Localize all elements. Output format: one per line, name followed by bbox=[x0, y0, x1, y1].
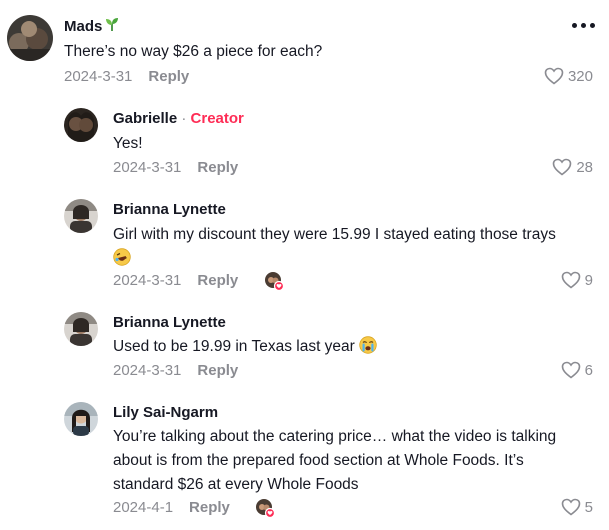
avatar-brianna[interactable] bbox=[64, 312, 98, 346]
comment-date: 2024-3-31 bbox=[113, 272, 182, 289]
comment-text: You’re talking about the catering price…… bbox=[113, 428, 557, 493]
comment-date: 2024-3-31 bbox=[64, 68, 133, 85]
like-count: 320 bbox=[567, 67, 593, 85]
rolling-on-floor-laughing-icon bbox=[113, 248, 131, 266]
comment-meta: 2024-3-31 Reply bbox=[113, 362, 238, 379]
like-button[interactable]: 28 bbox=[552, 158, 593, 176]
like-count: 6 bbox=[584, 361, 593, 379]
heart-outline-icon bbox=[561, 498, 580, 516]
reply-button[interactable]: Reply bbox=[197, 362, 238, 379]
reply-button[interactable]: Reply bbox=[189, 499, 230, 516]
creator-badge: Creator bbox=[190, 110, 244, 127]
comment-meta: 2024-4-1 Reply bbox=[113, 499, 230, 516]
like-count: 5 bbox=[584, 498, 593, 516]
reply-button[interactable]: Reply bbox=[148, 68, 189, 85]
avatar-mads[interactable] bbox=[7, 15, 53, 61]
comment-text: Girl with my discount they were 15.99 I … bbox=[113, 223, 593, 271]
more-dot bbox=[581, 23, 586, 28]
comment-meta: 2024-3-31 Reply bbox=[113, 159, 238, 176]
more-dot bbox=[572, 23, 577, 28]
comment-text: Yes! bbox=[113, 135, 143, 152]
comment-author[interactable]: Lily Sai-Ngarm bbox=[113, 404, 218, 421]
heart-outline-icon bbox=[553, 158, 572, 176]
like-count: 9 bbox=[584, 271, 593, 289]
comment-author[interactable]: Brianna Lynette bbox=[113, 201, 226, 218]
comment-date: 2024-3-31 bbox=[113, 362, 182, 379]
comment-date: 2024-4-1 bbox=[113, 499, 174, 516]
avatar-brianna[interactable] bbox=[64, 199, 98, 233]
like-button[interactable]: 6 bbox=[561, 361, 593, 379]
comment-meta: 2024-3-31 Reply bbox=[64, 68, 189, 85]
comment-text: Used to be 19.99 in Texas last year bbox=[113, 335, 377, 359]
comment-author[interactable]: Brianna Lynette bbox=[113, 314, 226, 331]
more-options-button[interactable] bbox=[572, 23, 595, 28]
heart-outline-icon bbox=[561, 271, 580, 289]
comment-date: 2024-3-31 bbox=[113, 159, 182, 176]
creator-liked-avatar-icon bbox=[265, 272, 284, 291]
reply-button[interactable]: Reply bbox=[197, 272, 238, 289]
badge-separator: · bbox=[181, 110, 187, 127]
comment-author[interactable]: Gabrielle · Creator bbox=[113, 110, 244, 127]
like-button[interactable]: 5 bbox=[561, 498, 593, 516]
avatar-gabrielle[interactable] bbox=[64, 108, 98, 142]
comment-text: There’s no way $26 a piece for each? bbox=[64, 43, 323, 60]
comment-author[interactable]: Mads bbox=[64, 16, 120, 35]
heart-outline-icon bbox=[544, 67, 564, 85]
like-button[interactable]: 9 bbox=[561, 271, 593, 289]
like-count: 28 bbox=[576, 158, 593, 176]
more-dot bbox=[590, 23, 595, 28]
heart-outline-icon bbox=[561, 361, 580, 379]
comment-meta: 2024-3-31 Reply bbox=[113, 272, 238, 289]
creator-liked-avatar-icon bbox=[256, 499, 275, 518]
reply-button[interactable]: Reply bbox=[197, 159, 238, 176]
loudly-crying-face-icon bbox=[359, 336, 377, 354]
sprout-icon bbox=[106, 18, 119, 31]
avatar-lily[interactable] bbox=[64, 402, 98, 436]
like-button[interactable]: 320 bbox=[544, 67, 593, 85]
